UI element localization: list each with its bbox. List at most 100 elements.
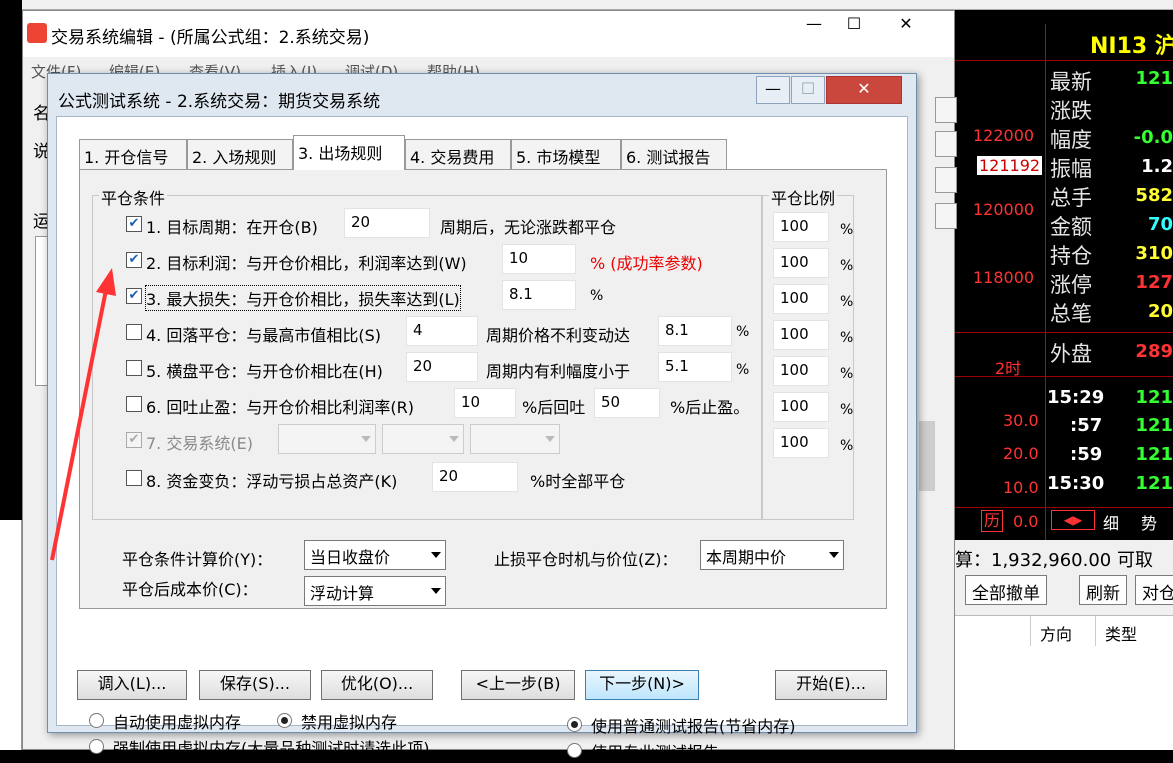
rule-checkbox[interactable] [126,396,142,412]
ratio-input[interactable]: 100 [773,212,829,242]
group-title: 平仓比例 [769,185,838,209]
chevron-down-icon [431,552,441,558]
quote-label: 金额 [1050,215,1092,239]
chevron-down-icon [449,436,459,442]
rule-suffix: %后回吐 [522,398,586,417]
system-select [278,424,376,454]
editor-side-button[interactable] [935,167,957,193]
price-level: 120000 [973,200,1035,219]
takeprofit-rate-input[interactable]: 10 [454,388,516,418]
editor-scrollbar[interactable] [919,421,935,491]
percent-label: % [840,222,854,238]
optimize-button[interactable]: 优化(O)... [321,670,433,700]
tick-value: 121 [1135,444,1173,465]
editor-app-icon [27,23,47,43]
rule-suffix: %时全部平仓 [530,472,626,491]
tab-market-model[interactable]: 5. 市场模型 [511,139,621,169]
rule-checkbox[interactable]: ✔ [126,216,142,232]
ratio-input[interactable]: 100 [773,320,829,350]
rule-checkbox[interactable]: ✔ [126,288,142,304]
fallback-rate-input[interactable]: 8.1 [658,316,732,346]
sideways-period-input[interactable]: 20 [406,352,478,382]
quote-value: 310 [1135,243,1173,264]
rule-suffix: %后止盈。 [670,398,750,417]
chevron-down-icon [829,552,839,558]
save-button[interactable]: 保存(S)... [199,670,311,700]
radio-normal-report[interactable] [567,717,582,732]
radio-auto-virtual-memory[interactable] [89,713,104,728]
quote-separator [955,507,1173,508]
ratio-input[interactable]: 100 [773,356,829,386]
fallback-period-input[interactable]: 4 [406,316,478,346]
tab-open-signal[interactable]: 1. 开仓信号 [79,139,187,169]
quote-value: 289 [1135,341,1173,362]
tick-time: :57 [1070,415,1103,436]
trend-tab[interactable]: 势 [1141,510,1157,534]
dialog-client: 1. 开仓信号 2. 入场规则 3. 出场规则 4. 交易费用 5. 市场模型 … [56,116,908,762]
percent-label: % [840,258,854,274]
detail-tab[interactable]: 细 [1103,510,1119,534]
radio-disable-virtual-memory[interactable] [277,713,292,728]
editor-side-button[interactable] [935,203,957,229]
ratio-input[interactable]: 100 [773,428,829,458]
rule-checkbox[interactable]: ✔ [126,252,142,268]
editor-title: 交易系统编辑 - (所属公式组：2.系统交易) [51,28,370,48]
rule-checkbox[interactable] [126,360,142,376]
editor-side-button[interactable] [935,131,957,157]
prev-next-arrows[interactable]: ◀▶ [1051,510,1095,530]
rule-period-input[interactable]: 20 [344,208,430,238]
quote-label: 涨跌 [1050,99,1092,123]
refresh-button[interactable]: 刷新 [1079,575,1127,605]
editor-side-button[interactable] [935,97,957,123]
reconcile-button[interactable]: 对仓 [1135,575,1173,605]
tab-trading-fees[interactable]: 4. 交易费用 [405,139,511,169]
column-header[interactable]: 类型 [1105,621,1137,645]
sideways-rate-input[interactable]: 5.1 [658,352,732,382]
rule-suffix: 周期价格不利变动达 [486,326,631,345]
radio-pro-report[interactable] [567,743,582,758]
quote-separator [955,332,1173,333]
next-step-button[interactable]: 下一步(N)> [585,670,699,700]
price-level: 122000 [973,126,1035,145]
rule-label: 8. 资金变负：浮动亏损占总资产(K) [146,472,398,491]
radio-force-virtual-memory[interactable] [89,739,104,754]
rule-checkbox[interactable] [126,324,142,340]
close-icon[interactable]: ✕ [883,11,929,39]
profit-rate-input[interactable]: 10 [502,244,576,274]
quote-label: 总笔 [1050,302,1092,326]
cost-price-select[interactable]: 浮动计算 [304,576,446,606]
rule-checkbox[interactable] [126,470,142,486]
editor-titlebar[interactable]: 交易系统编辑 - (所属公式组：2.系统交易) — ☐ ✕ [23,11,954,57]
maximize-icon: ☐ [791,76,825,104]
minimize-icon[interactable]: — [756,76,790,104]
maximize-icon[interactable]: ☐ [831,11,877,39]
quote-label: 最新 [1050,70,1092,94]
quote-separator [955,376,1173,377]
loss-rate-input[interactable]: 8.1 [502,280,576,310]
cost-price-label: 平仓后成本价(C)： [122,580,258,599]
load-button[interactable]: 调入(L)... [77,670,187,700]
table-col-divider [1030,616,1031,646]
ratio-input[interactable]: 100 [773,284,829,314]
tick-time: :59 [1070,444,1103,465]
tab-exit-rules[interactable]: 3. 出场规则 [293,135,405,170]
quote-label: 涨停 [1050,273,1092,297]
giveback-rate-input[interactable]: 50 [594,388,660,418]
volume-scale: 30.0 [1003,411,1039,430]
calc-price-select[interactable]: 当日收盘价 [304,540,446,570]
prev-step-button[interactable]: <上一步(B) [461,670,575,700]
history-tab[interactable]: 历 [981,510,1003,532]
capital-loss-input[interactable]: 20 [432,462,518,492]
column-header[interactable]: 方向 [1040,621,1072,645]
tab-test-report[interactable]: 6. 测试报告 [621,139,727,169]
orders-table: 方向 类型 [955,615,1173,750]
chevron-down-icon [545,436,555,442]
ratio-input[interactable]: 100 [773,248,829,278]
stop-timing-label: 止损平仓时机与价位(Z)： [494,550,678,569]
stop-timing-select[interactable]: 本周期中价 [700,540,844,570]
ratio-input[interactable]: 100 [773,392,829,422]
cancel-all-button[interactable]: 全部撤单 [965,575,1047,605]
close-icon[interactable]: ✕ [826,76,902,104]
tab-entry-rules[interactable]: 2. 入场规则 [187,139,293,169]
start-button[interactable]: 开始(E)... [775,670,887,700]
